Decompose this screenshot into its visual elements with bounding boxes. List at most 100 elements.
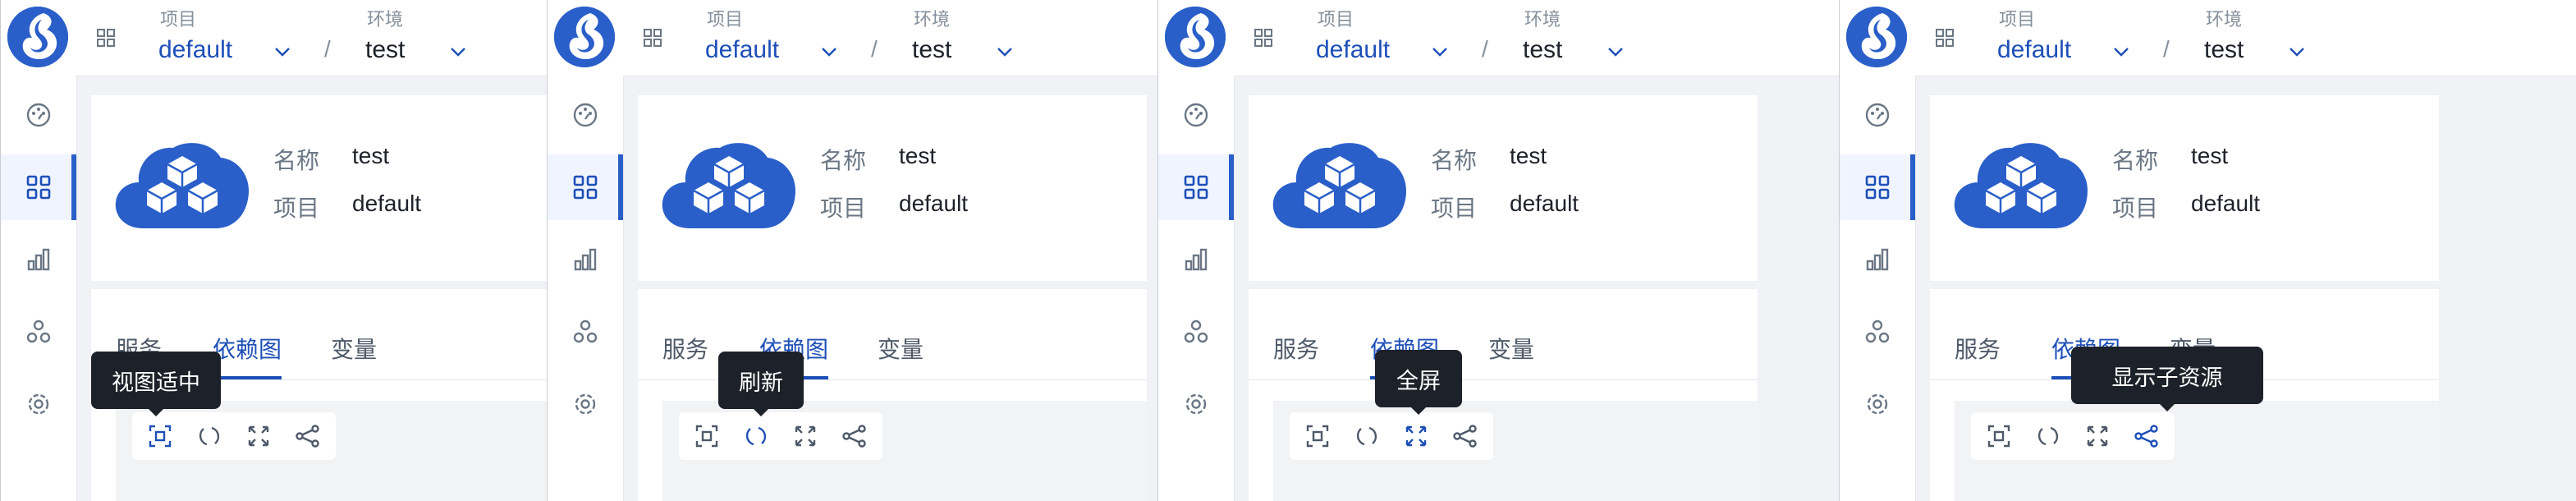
top-bar: 项目 default / 环境 test [1915,0,2576,76]
project-select-value[interactable]: default [705,36,779,64]
show-sub-resources-button[interactable] [838,420,871,453]
refresh-icon [745,426,767,446]
nav-dashboard[interactable] [1840,82,1915,148]
nav-monitor[interactable] [1158,227,1234,292]
nav-apps[interactable] [1,154,76,220]
breadcrumb-separator: / [871,36,878,62]
fullscreen-button[interactable] [242,420,275,453]
nav-apps[interactable] [1158,154,1234,220]
nav-resources[interactable] [1,299,76,365]
share-nodes-icon [296,425,319,448]
chevron-down-icon[interactable] [2288,46,2306,57]
grid-icon[interactable] [643,28,662,48]
tab-variables[interactable]: 变量 [878,332,924,365]
toolbar-tooltip: 全屏 [1375,350,1462,415]
app-info-card: 名称 test 项目 default [1249,95,1758,281]
refresh-button[interactable] [1350,420,1383,453]
fullscreen-icon [248,425,269,447]
app-logo[interactable] [1846,7,1907,67]
chevron-down-icon[interactable] [2112,46,2130,57]
project-label: 项目 [160,9,197,30]
chevron-down-icon[interactable] [273,46,291,57]
fit-view-button[interactable] [144,420,176,453]
nav-apps[interactable] [1840,154,1915,220]
grid-icon[interactable] [96,28,116,48]
breadcrumb-separator: / [1482,36,1488,62]
tab-services[interactable]: 服务 [1273,332,1319,365]
name-value: test [899,143,937,168]
project-select-value[interactable]: default [1316,36,1390,64]
refresh-button[interactable] [193,420,226,453]
fit-view-button[interactable] [1982,420,2015,453]
logo-icon [1165,7,1226,67]
logo-icon [1846,7,1907,67]
tab-variables[interactable]: 变量 [1488,332,1534,365]
bar-chart-icon [1866,248,1889,271]
name-label: 名称 [2112,148,2159,173]
dashboard-icon [1865,103,1890,127]
resources-icon [1865,319,1890,343]
nav-monitor[interactable] [1840,227,1915,292]
tab-dependency-graph[interactable]: 依赖图 [213,332,282,365]
refresh-button[interactable] [2032,420,2065,453]
app-screen-3: 项目 default / 环境 test 名称 test 项目 default … [1157,0,1840,501]
nav-dashboard[interactable] [1,82,76,148]
tab-services[interactable]: 服务 [1955,332,2001,365]
env-select-value[interactable]: test [1523,36,1562,64]
fullscreen-button[interactable] [2081,420,2114,453]
nav-resources[interactable] [1158,299,1234,365]
dependency-graph-canvas[interactable] [662,401,1147,501]
breadcrumb-separator: / [324,36,331,62]
project-select-value[interactable]: default [1997,36,2071,64]
sidebar [1158,0,1235,501]
app-logo[interactable] [554,7,615,67]
env-label: 环境 [914,9,951,30]
top-bar: 项目 default / 环境 test [76,0,548,76]
nav-apps[interactable] [548,154,623,220]
nav-settings[interactable] [548,371,623,437]
nav-monitor[interactable] [548,227,623,292]
nav-resources[interactable] [1840,299,1915,365]
grid-icon[interactable] [1935,28,1955,48]
fullscreen-icon [1405,425,1427,447]
share-nodes-icon [2134,425,2158,448]
app-logo[interactable] [7,7,68,67]
chevron-down-icon[interactable] [820,46,838,57]
name-label: 名称 [273,148,320,173]
fullscreen-button[interactable] [1400,420,1432,453]
env-select-value[interactable]: test [365,36,405,64]
fit-view-button[interactable] [690,420,723,453]
grid-icon[interactable] [1254,28,1273,48]
tab-variables[interactable]: 变量 [331,332,377,365]
dependency-graph-canvas[interactable] [1273,401,1758,501]
project-select-value[interactable]: default [158,36,232,64]
app-screen-1: 项目 default / 环境 test 名称 test 项目 default … [0,0,548,501]
show-sub-resources-button[interactable] [1449,420,1482,453]
nav-dashboard[interactable] [1158,82,1234,148]
tab-services[interactable]: 服务 [662,332,708,365]
chevron-down-icon[interactable] [449,46,467,57]
nav-settings[interactable] [1840,371,1915,437]
show-sub-resources-button[interactable] [291,420,324,453]
toolbar-tooltip: 显示子资源 [2071,347,2263,411]
nav-dashboard[interactable] [548,82,623,148]
refresh-button[interactable] [740,420,772,453]
chevron-down-icon[interactable] [1431,46,1449,57]
fit-view-button[interactable] [1301,420,1334,453]
bar-chart-icon [1185,248,1208,271]
dependency-graph-canvas[interactable] [1955,401,2439,501]
fit-view-icon [695,425,718,448]
nav-resources[interactable] [548,299,623,365]
show-sub-resources-button[interactable] [2130,420,2163,453]
fullscreen-button[interactable] [789,420,822,453]
nav-settings[interactable] [1158,371,1234,437]
env-select-value[interactable]: test [2204,36,2244,64]
dependency-graph-canvas[interactable] [116,401,548,501]
nav-monitor[interactable] [1,227,76,292]
fullscreen-icon [795,425,816,447]
chevron-down-icon[interactable] [996,46,1014,57]
app-logo[interactable] [1165,7,1226,67]
env-select-value[interactable]: test [912,36,951,64]
chevron-down-icon[interactable] [1607,46,1625,57]
nav-settings[interactable] [1,371,76,437]
